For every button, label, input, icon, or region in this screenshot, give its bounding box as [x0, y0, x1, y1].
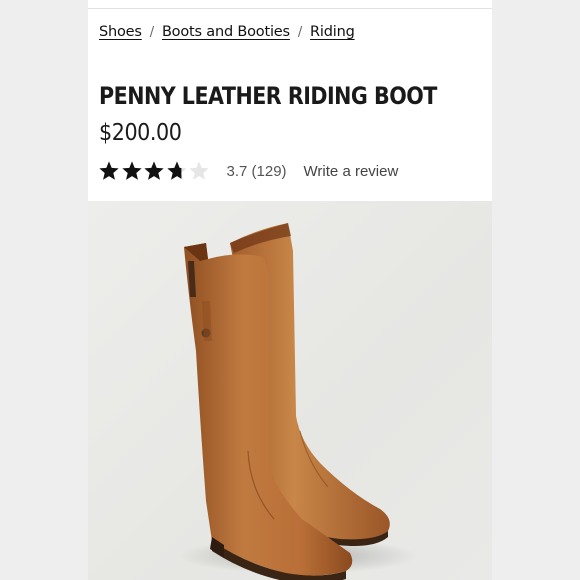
product-image[interactable]	[88, 201, 492, 580]
write-review-link[interactable]: Write a review	[304, 163, 399, 180]
star-icon	[144, 161, 164, 180]
breadcrumb: Shoes / Boots and Booties / Riding	[99, 24, 355, 40]
product-price: $200.00	[99, 120, 182, 146]
breadcrumb-separator: /	[149, 24, 154, 40]
breadcrumb-link-riding[interactable]: Riding	[310, 24, 355, 40]
breadcrumb-link-boots-and-booties[interactable]: Boots and Booties	[162, 24, 290, 40]
breadcrumb-link-shoes[interactable]: Shoes	[99, 24, 142, 40]
rating-row: 3.7 (129) Write a review	[98, 160, 398, 182]
product-card: Shoes / Boots and Booties / Riding PENNY…	[88, 0, 492, 580]
rating-stars[interactable]	[98, 160, 211, 182]
star-icon	[99, 161, 119, 180]
star-icon	[166, 161, 187, 180]
star-icon	[121, 161, 142, 180]
star-icon	[189, 161, 209, 180]
product-title: PENNY LEATHER RIDING BOOT	[99, 82, 437, 110]
riding-boots-image	[178, 223, 418, 580]
breadcrumb-separator: /	[297, 24, 303, 40]
rating-summary[interactable]: 3.7 (129)	[227, 163, 287, 180]
divider	[88, 8, 492, 9]
